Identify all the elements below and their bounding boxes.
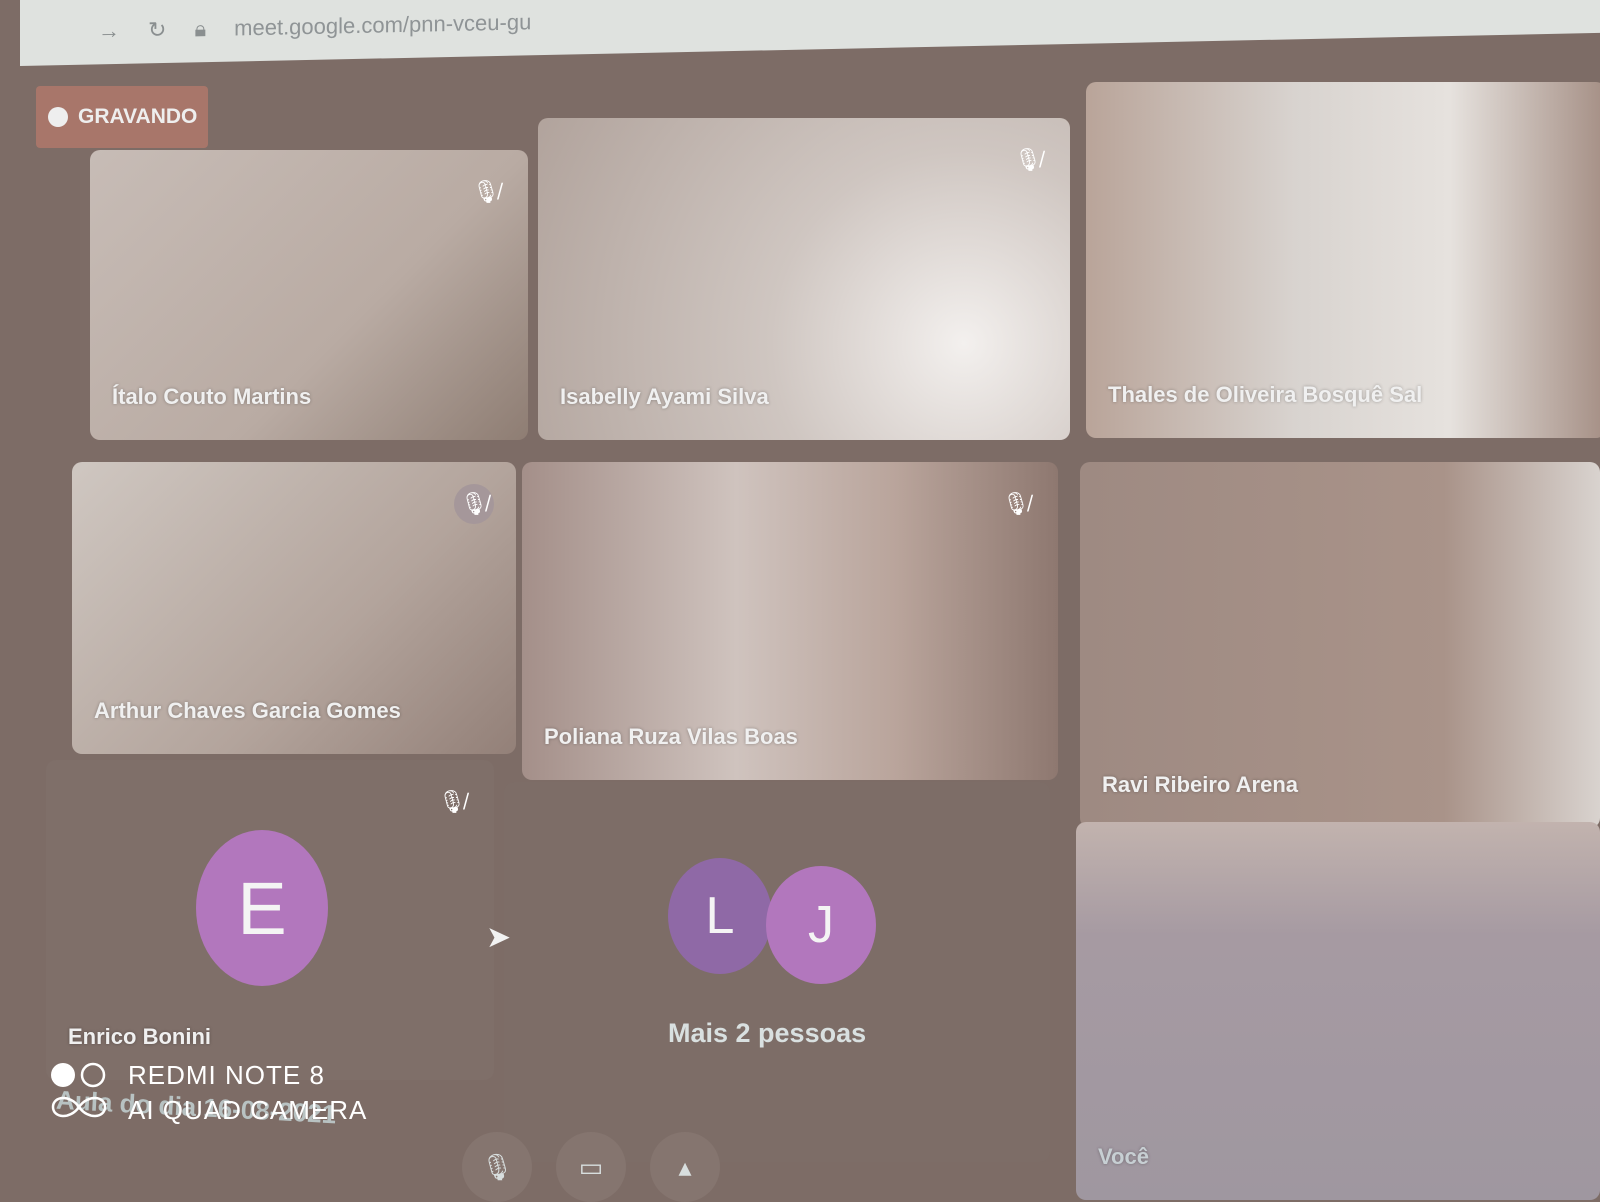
participant-name: Ítalo Couto Martins [112,384,312,409]
mic-off-icon: 🎙︎̸ [454,484,494,524]
avatar: L [668,858,772,974]
participant-name: Você [1098,1144,1149,1169]
avatar: E [196,830,328,986]
reload-icon[interactable]: ↻ [148,17,166,43]
more-participants-label: Mais 2 pessoas [668,1018,867,1048]
camera-logo-icon [51,1062,107,1118]
browser-address-bar: → ↻ 🔒︎ meet.google.com/pnn-vceu-gu [20,0,1600,66]
participant-tile[interactable]: 🎙︎̸ E Enrico Bonini [46,760,494,1080]
camera-button[interactable]: ▭ [556,1132,626,1202]
recording-dot-icon [48,107,68,127]
mic-off-icon: 🎙︎̸ [1002,491,1030,516]
camera-watermark: REDMI NOTE 8 AI QUAD CAMERA [50,1058,367,1128]
url-field[interactable]: meet.google.com/pnn-vceu-gu [234,9,531,41]
forward-icon[interactable]: → [98,18,120,44]
participant-name: Isabelly Ayami Silva [560,384,769,409]
mouse-cursor-icon: ➤ [486,921,512,954]
recording-badge: GRAVANDO [36,86,208,148]
participant-name: Ravi Ribeiro Arena [1102,772,1299,797]
recording-label: GRAVANDO [78,105,198,128]
participant-name: Arthur Chaves Garcia Gomes [94,698,401,723]
mic-off-icon: 🎙︎̸ [1014,147,1042,172]
more-participants-tile[interactable]: Mais 2 pessoas [504,782,1050,1162]
participant-tile[interactable]: 🎙︎̸ Arthur Chaves Garcia Gomes [72,462,516,754]
participant-tile[interactable]: Thales de Oliveira Bosquê Sal [1086,82,1600,438]
participant-tile[interactable]: 🎙︎̸ Ítalo Couto Martins [90,150,528,440]
participant-tile[interactable]: 🎙︎̸ Isabelly Ayami Silva [538,118,1070,440]
present-button[interactable]: ▴ [650,1132,720,1202]
participant-tile[interactable]: Ravi Ribeiro Arena [1080,462,1600,828]
lock-icon: 🔒︎ [194,16,207,42]
participant-name: Enrico Bonini [68,1024,211,1049]
participant-name: Poliana Ruza Vilas Boas [544,724,798,749]
participant-tile[interactable]: 🎙︎̸ Poliana Ruza Vilas Boas [522,462,1058,780]
watermark-line2: AI QUAD CAMERA [128,1095,368,1125]
microphone-button[interactable]: 🎙︎ [462,1132,532,1202]
self-view-tile[interactable]: Você [1076,822,1600,1200]
avatar: J [766,866,876,984]
participant-name: Thales de Oliveira Bosquê Sal [1108,382,1423,407]
mic-off-icon: 🎙︎̸ [438,789,466,814]
watermark-line1: REDMI NOTE 8 [128,1060,325,1090]
mic-off-icon: 🎙︎̸ [472,179,500,204]
